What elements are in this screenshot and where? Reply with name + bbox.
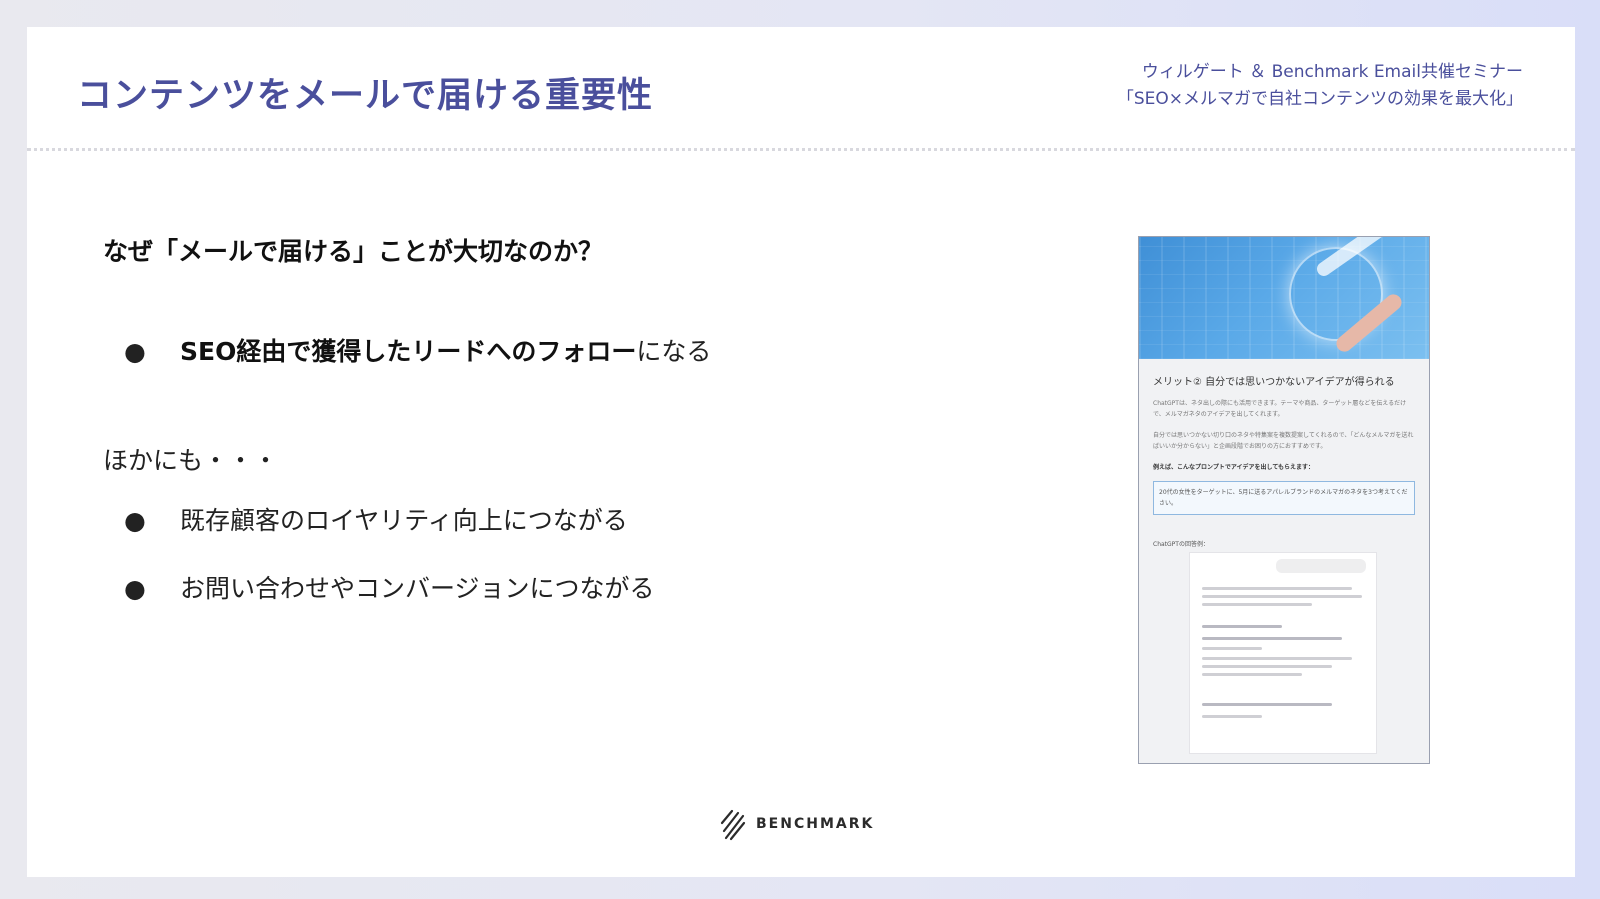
benchmark-logo-text: BENCHMARK [756,816,875,832]
preview-paragraph-1: ChatGPTは、ネタ出しの際にも活用できます。テーマや商品、ターゲット層などを… [1153,400,1407,418]
hero-illustration [1139,237,1429,359]
bullet-dot: ● [124,337,146,366]
bullet-main-rest: になる [636,337,712,366]
subtitle-line-2: 「SEO×メルマガで自社コンテンツの効果を最大化」 [1116,89,1523,109]
bullet-conversion: ● お問い合わせやコンバージョンにつながる [124,569,655,605]
bullet-main-bold: SEO経由で獲得したリードへのフォロー [180,337,637,366]
preview-answer-label: ChatGPTの回答例： [1153,541,1209,548]
subtitle-line-1: ウィルゲート ＆ Benchmark Email共催セミナー [1141,62,1523,82]
email-preview-image: メリット② 自分では思いつかないアイデアが得られる ChatGPTは、ネタ出しの… [1138,236,1430,764]
preview-prompt-intro: 例えば、こんなプロンプトでアイデアを出してもらえます： [1153,464,1315,471]
preview-paragraph-2: 自分では思いつかない切り口のネタや特集案を複数提案してくれるので、「どんなメルマ… [1153,432,1414,450]
preview-chat-screenshot [1189,552,1377,754]
preview-body: メリット② 自分では思いつかないアイデアが得られる ChatGPTは、ネタ出しの… [1153,373,1415,754]
dotted-divider [27,148,1575,151]
slide-title: コンテンツをメールで届ける重要性 [77,76,654,116]
preview-prompt-box: 20代の女性をターゲットに、5月に送るアパレルブランドのメルマガのネタを3つ考え… [1153,481,1415,515]
also-label: ほかにも・・・ [103,446,279,475]
question-heading: なぜ「メールで届ける」ことが大切なのか？ [103,237,604,266]
seminar-subtitle: ウィルゲート ＆ Benchmark Email共催セミナー 「SEO×メルマガ… [1117,59,1523,113]
bullet-main: ● SEO経由で獲得したリードへのフォローになる [124,332,711,368]
preview-heading: メリット② 自分では思いつかないアイデアが得られる [1153,377,1395,388]
bullet-loyalty-text: 既存顧客のロイヤリティ向上につながる [180,506,628,535]
benchmark-logo-icon [720,809,746,841]
bullet-loyalty: ● 既存顧客のロイヤリティ向上につながる [124,501,628,537]
bullet-dot: ● [124,574,146,603]
bullet-conversion-text: お問い合わせやコンバージョンにつながる [180,574,655,603]
benchmark-logo: BENCHMARK [720,807,874,841]
bullet-dot: ● [124,506,146,535]
